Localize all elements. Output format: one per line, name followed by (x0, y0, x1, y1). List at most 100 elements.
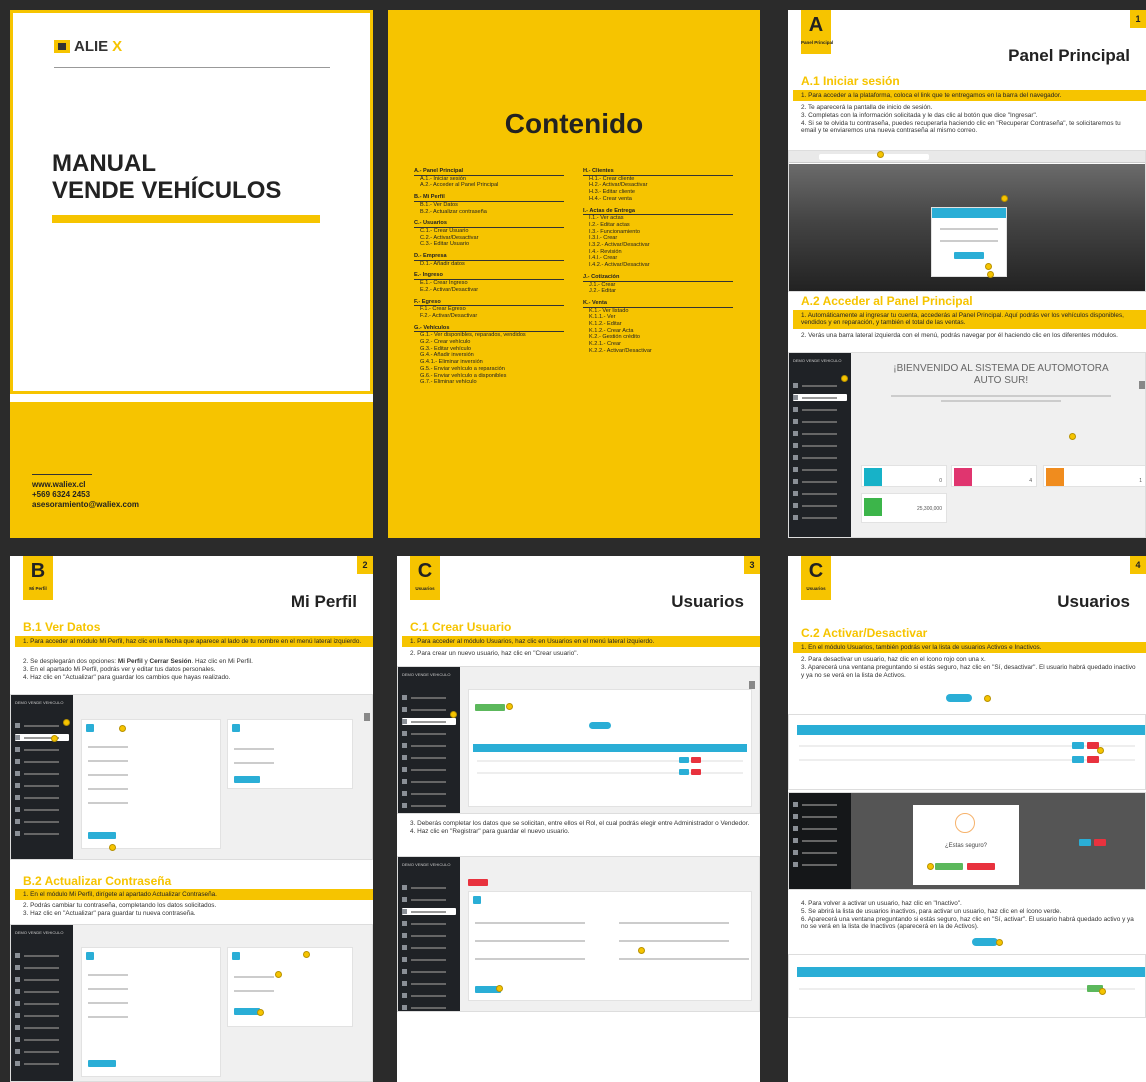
welcome-title: ¡BIENVENIDO AL SISTEMA DE AUTOMOTORA AUT… (893, 363, 1109, 386)
cover-accent-bar (52, 215, 320, 223)
instructions: 2. Se desplegarán dos opciones: Mi Perfi… (23, 658, 253, 681)
usuarios-activar-page: C Usuarios 4 Usuarios C.2 Activar/Desact… (788, 556, 1146, 1082)
contrasena-screenshot: DEMO VENDE VEHICULO (10, 924, 373, 1082)
sidebar-item-usuarios[interactable] (402, 718, 456, 725)
step-marker (257, 1009, 264, 1016)
toc-item: H.3.- Editar cliente (589, 189, 636, 196)
toc-section: B.- Mi Perfil (414, 194, 564, 202)
toc-item: K.2.2.- Activar/Desactivar (589, 347, 652, 354)
page-title: Mi Perfil (290, 592, 357, 611)
cancelar-button[interactable] (967, 863, 995, 870)
instructions: 2. Para desactivar un usuario, haz clic … (801, 656, 1136, 679)
toc-item: H.1.- Crear cliente (589, 175, 635, 182)
crear-usuario-button[interactable] (475, 704, 505, 711)
confirmacion-screenshot: ¿Estas seguro? (788, 792, 1146, 890)
cover-contact-band: www.waliex.cl +569 6324 2453 asesoramien… (10, 402, 373, 538)
section-badge: C Usuarios (410, 556, 440, 600)
toc-item: K.2.1.- Crear (589, 341, 622, 348)
activos-tab[interactable] (946, 694, 972, 702)
contact-divider (32, 474, 92, 475)
panel-principal-page: A Panel Principal 1 Panel Principal A.1 … (788, 10, 1146, 538)
registrar-usuario-screenshot: DEMO VENDE VEHICULO (397, 856, 760, 1012)
manual-pages-grid: ALIE X MANUAL VENDE VEHÍCULOS www.waliex.… (0, 0, 1146, 1082)
browser-bar (789, 151, 1145, 163)
step-marker (1097, 747, 1104, 754)
toc-item: G.4.1.- Eliminar inversión (420, 359, 483, 366)
stat-card-sold: 4 (951, 465, 1037, 487)
toc-item: G.1.- Ver disponibles, reparados, vendid… (420, 332, 526, 339)
dashboard-screenshot: DEMO VENDE VEHICULO ¡BIENVENIDO AL SISTE… (788, 352, 1146, 538)
toc-item: H.4.- Crear venta (589, 195, 632, 202)
instructions: 2. Verás una barra lateral izquierda con… (801, 332, 1118, 339)
confirmar-button[interactable] (935, 863, 963, 870)
toc-item: I.4.2.- Activar/Desactivar (589, 262, 650, 269)
login-button[interactable] (954, 252, 984, 259)
toc-item: G.5.- Enviar vehículo a reparación (420, 365, 505, 372)
toc-item: I.4.- Revisión (589, 248, 622, 255)
toc-item: J.2.- Editar (589, 288, 617, 295)
toc-item: D.1.- Añadir datos (420, 260, 465, 267)
page-number: 3 (744, 556, 760, 574)
toc-item: K.1.2.- Crear Acta (589, 327, 634, 334)
actualizar-contrasena-card (227, 719, 353, 789)
page-number: 1 (1130, 10, 1146, 28)
toc-item: E.1.- Crear Ingreso (420, 280, 468, 287)
step-marker (987, 271, 994, 278)
toc-item: E.2.- Activar/Desactivar (420, 286, 479, 293)
sidebar-item-panel[interactable] (793, 394, 847, 401)
toc-item: K.2.- Gestión crédito (589, 334, 640, 341)
perfil-screenshot: DEMO VENDE VEHICULO (10, 694, 373, 860)
usuarios-crear-page: C Usuarios 3 Usuarios C.1 Crear Usuario … (397, 556, 760, 1082)
toc-item: B.1.- Ver Datos (420, 201, 458, 208)
step-marker (506, 703, 513, 710)
toc-item: G.7.- Eliminar vehículo (420, 379, 477, 386)
highlight-step: 1. Para acceder a la plataforma, coloca … (793, 90, 1146, 102)
instructions: 4. Para volver a activar un usuario, haz… (801, 900, 1134, 931)
step-marker (1099, 988, 1106, 995)
toc-section: H.- Clientes (583, 168, 733, 176)
usuarios-inactivos-table (788, 954, 1146, 1018)
toc-section: D.- Empresa (414, 253, 564, 261)
toc-section: C.- Usuarios (414, 220, 564, 228)
section-badge: B Mi Perfil (23, 556, 53, 600)
login-card (931, 207, 1007, 277)
toc-item: C.3.- Editar Usuario (420, 241, 470, 248)
toc-item: I.4.I.- Crear (589, 255, 618, 262)
toc-item: C.2.- Activar/Desactivar (420, 234, 479, 241)
step-marker (996, 939, 1003, 946)
toc-section: J.- Cotización (583, 274, 733, 282)
step-marker (303, 951, 310, 958)
section-heading: A.1 Iniciar sesión (801, 74, 900, 88)
inactivos-tab[interactable] (972, 938, 998, 946)
usuarios-activos-table (788, 714, 1146, 790)
step-marker (51, 735, 58, 742)
actualizar-button[interactable] (88, 832, 116, 839)
mi-perfil-card (81, 719, 221, 849)
toc-item: G.3.- Editar vehículo (420, 345, 471, 352)
toc-title: Contenido (504, 108, 644, 139)
registrar-usuario-form (468, 891, 752, 1001)
email: asesoramiento@waliex.com (32, 500, 139, 509)
cover-page: ALIE X MANUAL VENDE VEHÍCULOS www.waliex.… (10, 10, 373, 538)
toc-item: I.1.- Ver actas (589, 215, 624, 222)
toc-section: I.- Actas de Entrega (583, 208, 733, 216)
toc-column-left: A.- Panel Principal A.1.- Iniciar sesión A… (414, 168, 564, 386)
toc-item: H.2.- Activar/Desactivar (589, 182, 648, 189)
highlight-step: 1. En el módulo Usuarios, también podrás… (793, 642, 1146, 654)
activos-tab[interactable] (589, 722, 611, 729)
instructions: 2. Para crear un nuevo usuario, haz clic… (410, 650, 579, 657)
toc-item: G.2.- Crear vehículo (420, 339, 471, 346)
toc-item: K.1.1.- Ver (589, 314, 616, 321)
step-marker (927, 863, 934, 870)
toc-item: B.2.- Actualizar contraseña (420, 208, 487, 215)
instructions: 2. Podrás cambiar tu contraseña, complet… (23, 902, 217, 917)
toc-section: E.- Ingreso (414, 272, 564, 281)
stat-card-sales-total: 25,300,000 (861, 493, 947, 523)
page-number: 4 (1130, 556, 1146, 574)
toc-section: A.- Panel Principal (414, 168, 564, 176)
toc-item: G.4.- Añadir inversión (420, 352, 474, 359)
step-marker (638, 947, 645, 954)
instructions: 3. Deberás completar los datos que se so… (410, 820, 750, 835)
toc-item: G.6.- Enviar vehículo a disponibles (420, 372, 507, 379)
sidebar-item-mi-perfil[interactable] (15, 734, 69, 741)
